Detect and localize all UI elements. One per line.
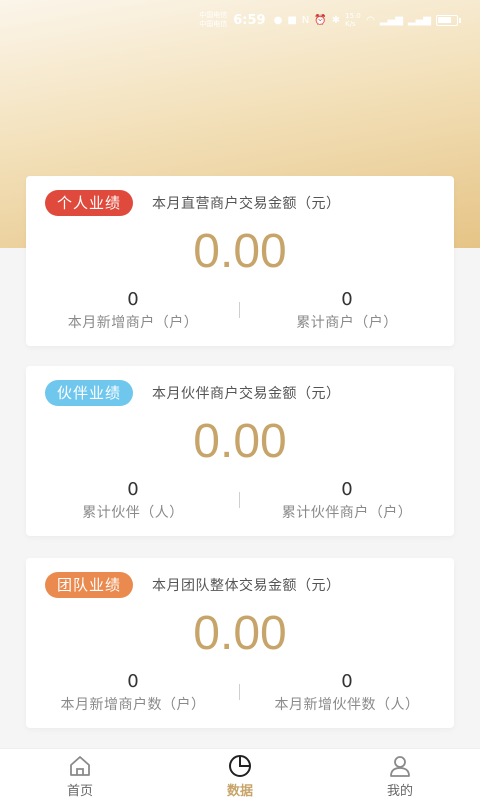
tab-data[interactable]: 数据	[160, 749, 320, 800]
signal-icon-2: ▂▄▆	[407, 14, 431, 26]
transaction-amount: 0.00	[193, 415, 287, 468]
stat-total-merchants[interactable]: 0 累计商户（户）	[240, 290, 454, 332]
stat-label: 本月新增商户数（户）	[60, 697, 206, 713]
status-icons: ● ■ N ⏰ ✱ 15.0 K/s ◠ ▂▄▆ ▂▄▆	[273, 12, 461, 28]
status-bar: 中国电信 中国电信 6:59 ● ■ N ⏰ ✱ 15.0 K/s ◠ ▂▄▆ ▂…	[0, 0, 480, 40]
stat-value: 0	[127, 289, 139, 310]
stat-label: 累计商户（户）	[296, 315, 398, 331]
partner-performance-badge: 伙伴业绩	[45, 380, 133, 406]
tab-label: 首页	[66, 784, 93, 799]
pie-chart-icon	[229, 755, 251, 777]
status-time: 6:59	[233, 12, 266, 28]
stat-new-merchants[interactable]: 0 本月新增商户（户）	[26, 290, 240, 332]
team-performance-card[interactable]: 团队业绩 本月团队整体交易金额（元） 0.00 0 本月新增商户数（户） 0 本…	[26, 558, 454, 728]
stat-value: 0	[127, 671, 139, 692]
stat-label: 累计伙伴商户（户）	[281, 505, 413, 521]
card-subtitle: 本月团队整体交易金额（元）	[152, 578, 341, 594]
stat-value: 0	[341, 289, 353, 310]
alarm-icon: ⏰	[314, 14, 327, 26]
wechat-icon: ●	[273, 14, 283, 26]
battery-icon	[436, 14, 461, 26]
personal-performance-badge: 个人业绩	[45, 190, 133, 216]
signal-icon-1: ▂▄▆	[379, 14, 403, 26]
team-performance-badge: 团队业绩	[45, 572, 133, 598]
carrier-1: 中国电信	[199, 11, 228, 19]
user-icon	[390, 756, 410, 777]
stat-value: 0	[127, 479, 139, 500]
transaction-amount: 0.00	[193, 225, 287, 278]
stat-label: 本月新增伙伴数（人）	[274, 697, 420, 713]
stat-value: 0	[341, 479, 353, 500]
stat-total-partners[interactable]: 0 累计伙伴（人）	[26, 480, 240, 522]
personal-performance-card[interactable]: 个人业绩 本月直营商户交易金额（元） 0.00 0 本月新增商户（户） 0 累计…	[26, 176, 454, 346]
tab-mine[interactable]: 我的	[320, 749, 480, 800]
nfc-icon: N	[301, 14, 310, 26]
bottom-tab-bar: 首页 数据 我的	[0, 748, 480, 800]
home-icon	[70, 756, 90, 776]
wifi-icon: ◠	[366, 14, 375, 26]
stat-label: 本月新增商户（户）	[67, 315, 199, 331]
carrier-2: 中国电信	[199, 20, 228, 28]
carrier-info: 中国电信 中国电信	[199, 11, 227, 29]
network-speed: 15.0 K/s	[345, 12, 361, 28]
bluetooth-icon: ✱	[331, 14, 341, 26]
partner-performance-card[interactable]: 伙伴业绩 本月伙伴商户交易金额（元） 0.00 0 累计伙伴（人） 0 累计伙伴…	[26, 366, 454, 536]
stat-value: 0	[341, 671, 353, 692]
stat-total-partner-merchants[interactable]: 0 累计伙伴商户（户）	[240, 480, 454, 522]
stat-new-merchants-count[interactable]: 0 本月新增商户数（户）	[26, 672, 240, 714]
tab-label: 我的	[386, 784, 413, 799]
app-icon: ■	[287, 14, 297, 26]
tab-label: 数据	[226, 784, 253, 799]
stat-label: 累计伙伴（人）	[82, 505, 184, 521]
transaction-amount: 0.00	[193, 607, 287, 660]
card-subtitle: 本月伙伴商户交易金额（元）	[152, 386, 341, 402]
card-subtitle: 本月直营商户交易金额（元）	[152, 196, 341, 212]
tab-home[interactable]: 首页	[0, 749, 160, 800]
stat-new-partners-count[interactable]: 0 本月新增伙伴数（人）	[240, 672, 454, 714]
